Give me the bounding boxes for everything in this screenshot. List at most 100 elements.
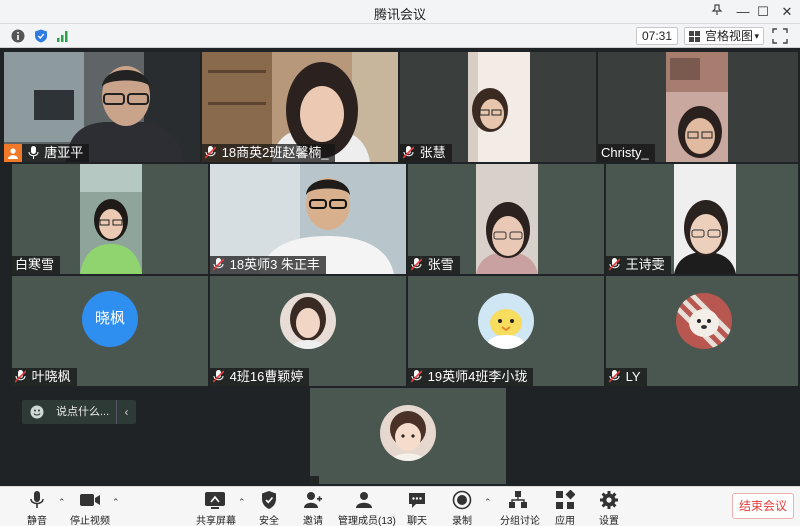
chat-button[interactable]: 聊天 — [404, 490, 430, 526]
participant-video — [674, 164, 736, 274]
chevron-up-icon[interactable]: ⌃ — [58, 497, 66, 508]
chat-input[interactable]: 说点什么... ‹ — [22, 400, 136, 424]
participant-name: 19英师4班李小珑 — [427, 369, 528, 384]
shield-icon[interactable] — [34, 29, 48, 43]
record-button[interactable]: 录制 — [450, 490, 474, 526]
video-tile[interactable]: 唐亚平 — [4, 52, 200, 162]
video-tile[interactable]: 张雪 — [408, 164, 604, 274]
title-bar: 腾讯会议 — ☐ ✕ — [0, 0, 800, 24]
microphone-muted-icon — [205, 146, 216, 159]
participant-name: 白寒雪 — [15, 257, 55, 272]
meeting-timer: 07:31 — [636, 27, 678, 45]
stop-video-button[interactable]: 停止视频 — [70, 490, 110, 526]
record-label: 录制 — [452, 516, 472, 526]
view-mode-button[interactable]: 宫格视图 ▾ — [684, 27, 764, 45]
apps-label: 应用 — [555, 516, 575, 526]
participant-name: 18商英2班赵馨楠_ — [221, 145, 329, 160]
microphone-icon — [30, 491, 44, 508]
window-title: 腾讯会议 — [373, 7, 426, 22]
video-tile[interactable]: 张慧 — [400, 52, 596, 162]
breakout-icon — [509, 491, 527, 508]
manage-members-button[interactable]: 管理成员(13) — [338, 490, 396, 526]
video-tile[interactable]: 白寒雪 — [12, 164, 208, 274]
pin-icon[interactable] — [706, 2, 728, 22]
record-icon — [452, 490, 472, 510]
avatar — [280, 293, 336, 349]
participant-name-tag: LY — [606, 368, 647, 386]
participant-name-tag: 张雪 — [408, 256, 460, 274]
avatar — [380, 405, 436, 461]
breakout-rooms-button[interactable]: 分组讨论 — [500, 490, 540, 526]
end-meeting-button[interactable]: 结束会议 — [732, 493, 794, 519]
collapse-chevron-icon[interactable]: ‹ — [116, 400, 136, 424]
avatar-tile[interactable]: 19英师4班李小珑 — [408, 276, 604, 386]
members-label: 管理成员(13) — [338, 516, 396, 526]
invite-label: 邀请 — [303, 516, 323, 526]
security-button[interactable]: 安全 — [256, 490, 282, 526]
minimize-icon[interactable]: — — [732, 2, 754, 22]
avatar-tile[interactable]: LY — [606, 276, 798, 386]
grid-view-icon — [689, 31, 700, 42]
avatar-tile[interactable]: 4班16曹颖婷 — [210, 276, 406, 386]
chat-bubble-icon — [409, 493, 425, 508]
microphone-muted-icon — [609, 258, 620, 271]
participant-name: 张慧 — [419, 145, 446, 160]
mute-label: 静音 — [27, 516, 47, 526]
breakout-label: 分组讨论 — [500, 516, 540, 526]
participant-name: 4班16曹颖婷 — [229, 369, 304, 384]
participant-name: 王诗雯 — [625, 257, 665, 272]
invite-button[interactable]: 邀请 — [300, 490, 326, 526]
video-tile[interactable]: 18商英2班赵馨楠_ — [202, 52, 398, 162]
video-tile[interactable]: Christy_ — [598, 52, 798, 162]
emoji-icon[interactable] — [30, 405, 44, 419]
bottom-toolbar: 静音 ⌃ 停止视频 ⌃ 共享屏幕 ⌃ 安全 邀请 管理成员(13) 聊天 录制 … — [0, 486, 800, 526]
add-user-icon — [304, 492, 322, 508]
maximize-icon[interactable]: ☐ — [752, 2, 774, 22]
participant-name-tag: 19英师4班李小珑 — [408, 368, 534, 386]
video-camera-icon — [80, 494, 100, 506]
share-screen-label: 共享屏幕 — [196, 516, 236, 526]
meeting-window: 腾讯会议 — ☐ ✕ 07:31 宫格视图 ▾ 唐亚平 18商英2班赵馨楠_ 张… — [0, 0, 800, 526]
avatar-tile[interactable] — [310, 388, 506, 484]
participant-video — [80, 164, 142, 274]
microphone-icon — [28, 146, 39, 159]
video-tile[interactable]: 王诗雯 — [606, 164, 798, 274]
settings-button[interactable]: 设置 — [596, 490, 622, 526]
microphone-muted-icon — [213, 258, 224, 271]
gear-icon — [600, 491, 618, 509]
security-label: 安全 — [259, 516, 279, 526]
microphone-muted-icon — [609, 370, 620, 383]
microphone-muted-icon — [411, 370, 422, 383]
members-icon — [356, 492, 372, 508]
participant-name-tag: 4班16曹颖婷 — [210, 368, 310, 386]
avatar — [676, 293, 732, 349]
signal-icon[interactable] — [56, 29, 70, 43]
avatar-tile[interactable]: 晓枫 叶晓枫 — [12, 276, 208, 386]
apps-icon — [556, 490, 575, 509]
info-icon[interactable] — [11, 29, 25, 43]
participant-name: Christy_ — [601, 145, 649, 160]
video-tile[interactable]: 18英师3 朱正丰 — [210, 164, 406, 274]
chevron-up-icon[interactable]: ⌃ — [112, 497, 120, 508]
mute-button[interactable]: 静音 — [24, 490, 50, 526]
view-mode-label: 宫格视图 — [705, 29, 754, 43]
chat-label: 聊天 — [407, 516, 427, 526]
chevron-up-icon[interactable]: ⌃ — [484, 497, 492, 508]
participant-video — [468, 52, 530, 162]
close-icon[interactable]: ✕ — [776, 2, 798, 22]
microphone-muted-icon — [403, 146, 414, 159]
chat-placeholder: 说点什么... — [56, 406, 110, 418]
apps-button[interactable]: 应用 — [552, 490, 578, 526]
participant-name: LY — [625, 369, 641, 384]
microphone-muted-icon — [15, 370, 26, 383]
participant-name: 张雪 — [427, 257, 454, 272]
share-screen-icon — [205, 492, 225, 509]
participant-name-tag: Christy_ — [598, 144, 655, 162]
chevron-down-icon: ▾ — [754, 31, 759, 41]
participant-name-tag: 王诗雯 — [606, 256, 671, 274]
participant-name: 唐亚平 — [44, 145, 84, 160]
fullscreen-icon[interactable] — [772, 28, 788, 44]
participant-video — [476, 164, 538, 274]
chevron-up-icon[interactable]: ⌃ — [238, 497, 246, 508]
share-screen-button[interactable]: 共享屏幕 — [196, 490, 236, 526]
